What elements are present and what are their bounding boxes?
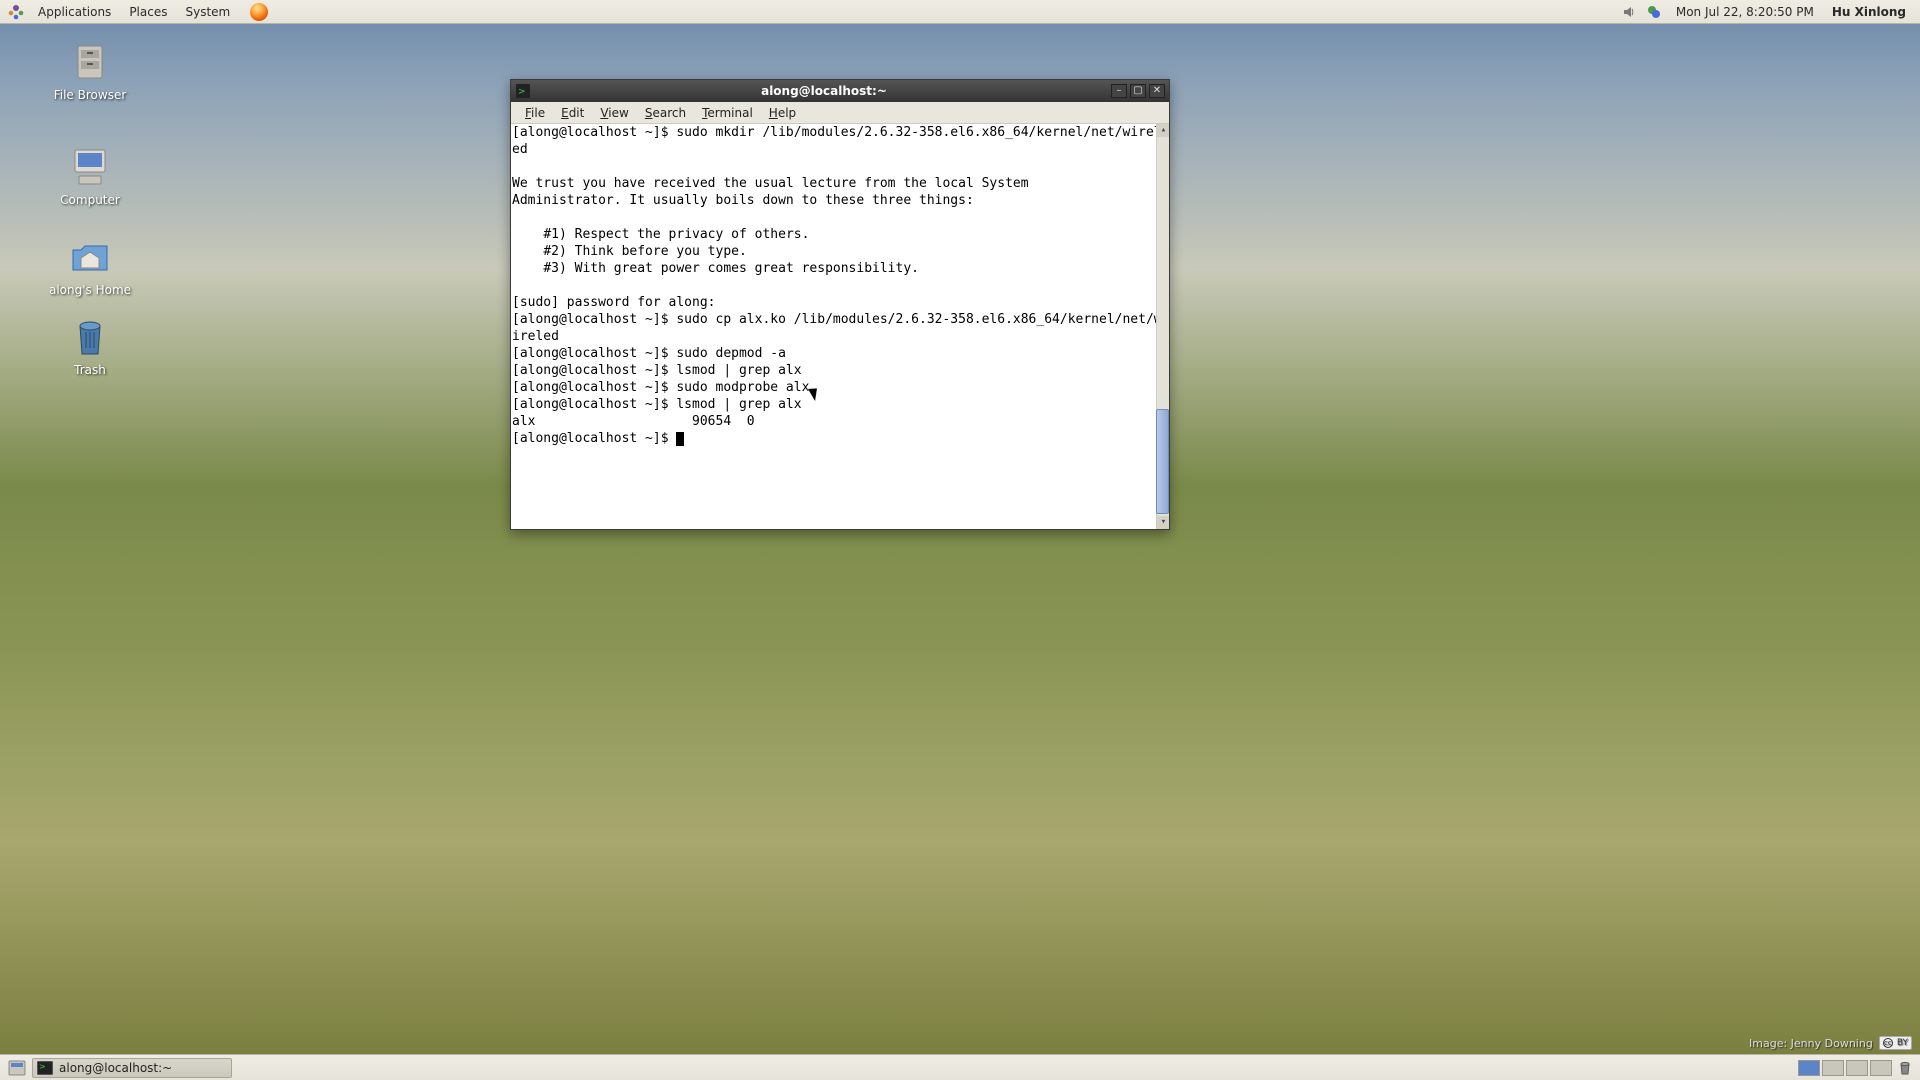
maximize-button[interactable]: ▢ bbox=[1130, 84, 1146, 98]
menu-edit[interactable]: Edit bbox=[553, 104, 592, 122]
window-titlebar[interactable]: > along@localhost:~ – ▢ ✕ bbox=[511, 80, 1169, 102]
minimize-button[interactable]: – bbox=[1111, 84, 1127, 98]
image-credit: Image: Jenny Downing cc BY bbox=[1749, 1036, 1912, 1050]
bottom-panel-tray bbox=[1798, 1059, 1914, 1077]
desktop-icon-label: File Browser bbox=[40, 88, 140, 102]
file-cabinet-icon bbox=[66, 38, 114, 86]
menu-help[interactable]: Help bbox=[761, 104, 804, 122]
folder-home-icon bbox=[66, 233, 114, 281]
desktop-icon-home[interactable]: along's Home bbox=[40, 233, 140, 297]
cc-by: BY bbox=[1897, 1038, 1908, 1048]
scroll-up-button[interactable]: ▴ bbox=[1157, 124, 1169, 137]
window-title: along@localhost:~ bbox=[537, 84, 1111, 98]
workspace-1[interactable] bbox=[1798, 1060, 1820, 1076]
terminal-mini-icon bbox=[37, 1061, 53, 1075]
close-button[interactable]: ✕ bbox=[1149, 84, 1165, 98]
terminal-menubar: File Edit View Search Terminal Help bbox=[511, 102, 1169, 124]
scrollbar[interactable]: ▴ ▾ bbox=[1156, 124, 1169, 529]
taskbar-item-label: along@localhost:~ bbox=[59, 1061, 172, 1075]
bottom-panel: along@localhost:~ bbox=[0, 1054, 1920, 1080]
menu-search[interactable]: Search bbox=[637, 104, 694, 122]
desktop-icon-label: along's Home bbox=[40, 283, 140, 297]
desktop-icon-computer[interactable]: Computer bbox=[40, 143, 140, 207]
top-panel: Applications Places System Mon Jul 22, 8… bbox=[0, 0, 1920, 24]
workspace-3[interactable] bbox=[1846, 1060, 1868, 1076]
menu-view[interactable]: View bbox=[592, 104, 636, 122]
desktop-icon-label: Trash bbox=[40, 363, 140, 377]
terminal-window: > along@localhost:~ – ▢ ✕ File Edit View… bbox=[510, 79, 1170, 530]
desktop-icon-file-browser[interactable]: File Browser bbox=[40, 38, 140, 102]
network-icon[interactable] bbox=[1644, 2, 1664, 22]
credit-text: Image: Jenny Downing bbox=[1749, 1037, 1873, 1050]
firefox-icon[interactable] bbox=[250, 3, 268, 21]
scroll-thumb[interactable] bbox=[1156, 409, 1169, 514]
taskbar-item-terminal[interactable]: along@localhost:~ bbox=[32, 1058, 232, 1078]
menu-places[interactable]: Places bbox=[121, 2, 175, 22]
terminal-content: [along@localhost ~]$ sudo mkdir /lib/mod… bbox=[512, 125, 1162, 446]
terminal-icon: > bbox=[515, 83, 531, 99]
window-buttons: – ▢ ✕ bbox=[1111, 84, 1165, 98]
panel-trash-icon[interactable] bbox=[1896, 1059, 1914, 1077]
show-desktop-button[interactable] bbox=[6, 1059, 28, 1077]
trash-icon bbox=[66, 313, 114, 361]
desktop-icon-trash[interactable]: Trash bbox=[40, 313, 140, 377]
scroll-down-button[interactable]: ▾ bbox=[1157, 516, 1169, 529]
volume-icon[interactable] bbox=[1620, 2, 1640, 22]
menu-applications[interactable]: Applications bbox=[30, 2, 119, 22]
panel-left: Applications Places System bbox=[6, 2, 268, 22]
panel-right: Mon Jul 22, 8:20:50 PM Hu Xinlong bbox=[1620, 2, 1914, 22]
clock[interactable]: Mon Jul 22, 8:20:50 PM bbox=[1676, 5, 1814, 19]
desktop-icon-label: Computer bbox=[40, 193, 140, 207]
menu-file[interactable]: File bbox=[517, 104, 553, 122]
terminal-body[interactable]: [along@localhost ~]$ sudo mkdir /lib/mod… bbox=[511, 124, 1169, 529]
svg-text:>: > bbox=[518, 87, 526, 97]
cc-icon: cc bbox=[1883, 1038, 1893, 1048]
gnome-foot-icon bbox=[6, 2, 26, 22]
menu-terminal[interactable]: Terminal bbox=[694, 104, 761, 122]
menu-system[interactable]: System bbox=[177, 2, 238, 22]
workspace-2[interactable] bbox=[1822, 1060, 1844, 1076]
cc-badge: cc BY bbox=[1879, 1036, 1912, 1050]
computer-icon bbox=[66, 143, 114, 191]
workspace-4[interactable] bbox=[1870, 1060, 1892, 1076]
workspace-pager[interactable] bbox=[1798, 1060, 1892, 1076]
terminal-cursor bbox=[676, 432, 684, 446]
user-menu[interactable]: Hu Xinlong bbox=[1832, 5, 1906, 19]
